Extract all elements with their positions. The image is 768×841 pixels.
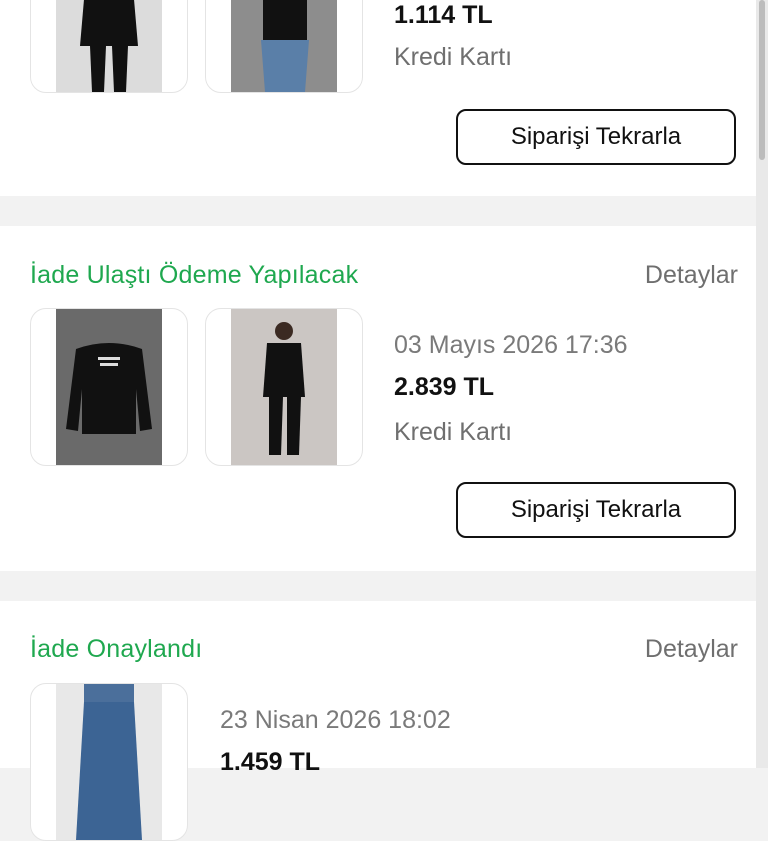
wide-leg-blue-jeans-image: [56, 684, 162, 840]
payment-method: Kredi Kartı: [394, 43, 513, 71]
black-top-blue-jeans-image: [231, 0, 337, 92]
woman-black-sweater-image: [56, 0, 162, 92]
scrollbar-thumb[interactable]: [759, 0, 765, 160]
order-amount: 1.114 TL: [394, 1, 493, 29]
black-logo-sweatshirt-image: [56, 309, 162, 465]
product-thumbnail[interactable]: [30, 683, 188, 841]
product-thumbnail[interactable]: [205, 0, 363, 93]
order-status: İade Ulaştı Ödeme Yapılacak: [30, 261, 359, 289]
man-black-puffer-jacket-image: [231, 309, 337, 465]
product-thumbnail[interactable]: [30, 0, 188, 93]
reorder-button[interactable]: Siparişi Tekrarla: [456, 109, 736, 165]
details-link[interactable]: Detaylar: [645, 635, 738, 664]
order-card: 1.114 TL Kredi Kartı Siparişi Tekrarla: [0, 0, 756, 196]
order-date: 23 Nisan 2026 18:02: [220, 706, 451, 734]
product-thumbnail[interactable]: [205, 308, 363, 466]
order-amount: 2.839 TL: [394, 373, 495, 401]
scrollbar[interactable]: [756, 0, 768, 768]
order-card: İade Ulaştı Ödeme Yapılacak Detaylar 03 …: [0, 226, 756, 571]
product-thumbnail[interactable]: [30, 308, 188, 466]
order-amount: 1.459 TL: [220, 748, 321, 776]
order-status: İade Onaylandı: [30, 635, 203, 663]
order-date: 03 Mayıs 2026 17:36: [394, 331, 628, 359]
details-link[interactable]: Detaylar: [645, 261, 738, 290]
order-card: İade Onaylandı Detaylar 23 Nisan 2026 18…: [0, 601, 756, 841]
payment-method: Kredi Kartı: [394, 418, 513, 446]
reorder-button[interactable]: Siparişi Tekrarla: [456, 482, 736, 538]
